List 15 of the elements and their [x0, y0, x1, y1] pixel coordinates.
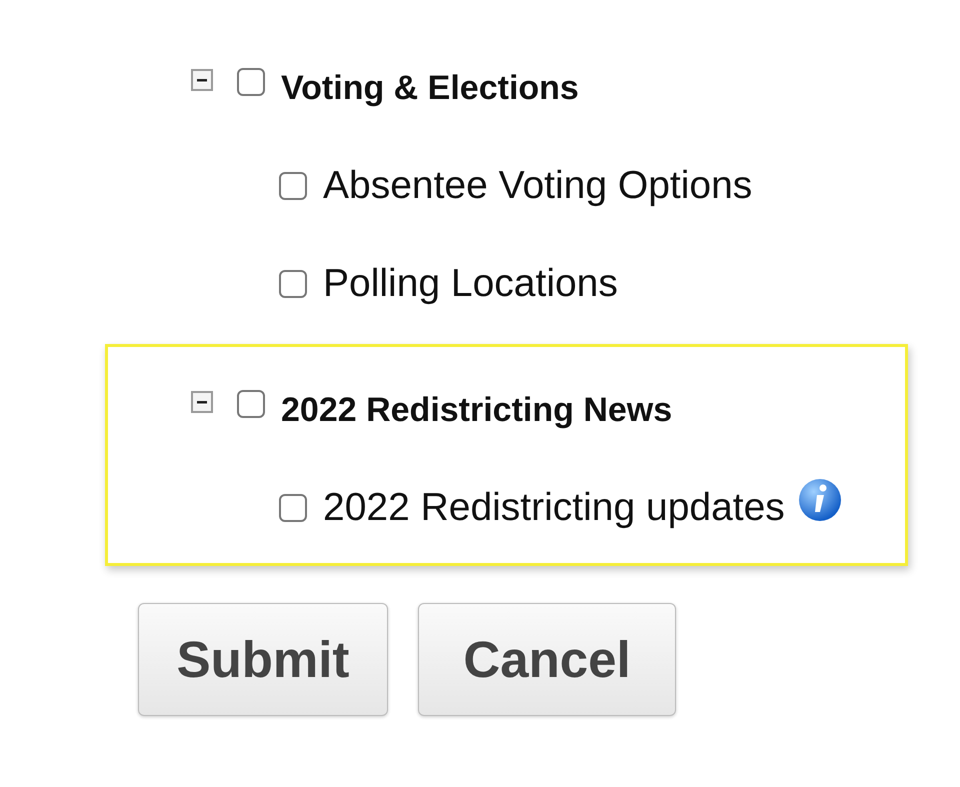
collapse-icon[interactable] [191, 69, 213, 91]
option-label: Absentee Voting Options [323, 164, 752, 208]
option-label: 2022 Redistricting updates [323, 486, 785, 530]
checkbox[interactable] [279, 172, 307, 200]
submit-button[interactable]: Submit [138, 603, 388, 716]
checkbox[interactable] [279, 494, 307, 522]
collapse-icon[interactable] [191, 391, 213, 413]
checkbox[interactable] [237, 390, 265, 418]
option-label: Polling Locations [323, 262, 618, 306]
checkbox[interactable] [237, 68, 265, 96]
checkbox[interactable] [279, 270, 307, 298]
group-label: Voting & Elections [281, 68, 579, 108]
cancel-button[interactable]: Cancel [418, 603, 676, 716]
group-label: 2022 Redistricting News [281, 390, 672, 430]
info-icon[interactable] [796, 477, 843, 523]
